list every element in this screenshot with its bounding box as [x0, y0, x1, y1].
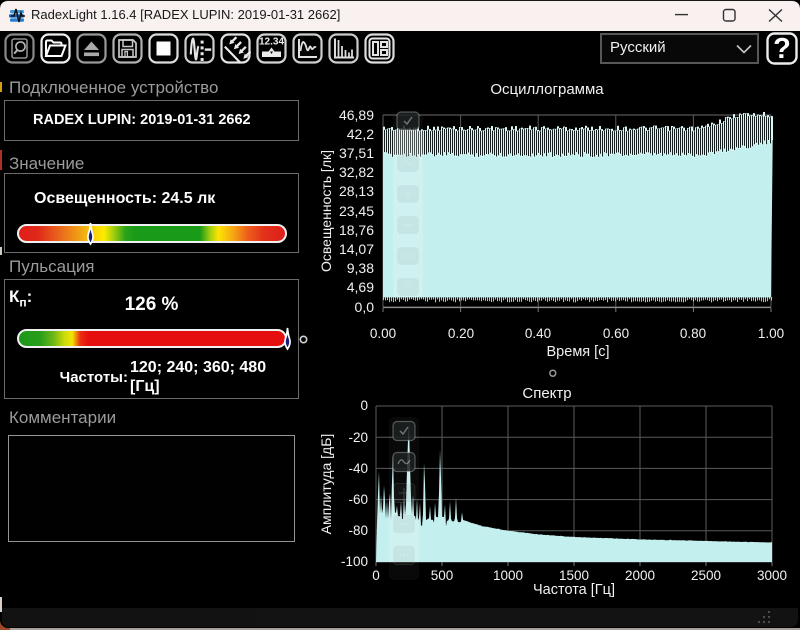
- svg-text:2500: 2500: [691, 568, 721, 583]
- svg-text:23,45: 23,45: [339, 203, 374, 219]
- svg-text:42,2: 42,2: [347, 126, 374, 142]
- svg-text:4,69: 4,69: [347, 279, 374, 295]
- svg-text:Время [с]: Время [с]: [547, 344, 610, 360]
- svg-text:-40: -40: [348, 461, 368, 476]
- svg-text:-80: -80: [348, 523, 368, 538]
- svg-text:1500: 1500: [559, 568, 589, 583]
- svg-text:500: 500: [431, 568, 454, 583]
- svg-text:2000: 2000: [625, 568, 655, 583]
- svg-text:Спектр: Спектр: [522, 385, 571, 402]
- svg-text:9,38: 9,38: [347, 260, 374, 276]
- svg-text:1000: 1000: [493, 568, 523, 583]
- svg-text:0.20: 0.20: [448, 326, 474, 341]
- svg-text:Амплитуда [дБ]: Амплитуда [дБ]: [318, 434, 334, 535]
- svg-text:0.40: 0.40: [525, 326, 551, 341]
- svg-text:0: 0: [360, 398, 368, 413]
- svg-text:46,89: 46,89: [339, 107, 374, 123]
- svg-text:0.60: 0.60: [603, 326, 629, 341]
- svg-text:0.80: 0.80: [680, 326, 706, 341]
- svg-text:32,82: 32,82: [339, 164, 374, 180]
- svg-text:37,51: 37,51: [339, 145, 374, 161]
- svg-text:1.00: 1.00: [758, 326, 784, 341]
- svg-text:28,13: 28,13: [339, 183, 374, 199]
- svg-text:14,07: 14,07: [339, 241, 374, 257]
- svg-text:-60: -60: [348, 492, 368, 507]
- svg-text:3000: 3000: [757, 568, 787, 583]
- svg-text:0.00: 0.00: [370, 326, 396, 341]
- svg-text:-100: -100: [341, 554, 368, 569]
- svg-text:Частота [Гц]: Частота [Гц]: [533, 582, 615, 598]
- svg-text:-20: -20: [348, 430, 368, 445]
- svg-text:0: 0: [372, 568, 380, 583]
- svg-text:Осциллограмма: Осциллограмма: [490, 81, 604, 98]
- svg-text:0,0: 0,0: [355, 299, 375, 315]
- svg-text:18,76: 18,76: [339, 222, 374, 238]
- svg-text:12.34: 12.34: [259, 37, 284, 48]
- svg-text:Освещенность [лк]: Освещенность [лк]: [318, 150, 334, 272]
